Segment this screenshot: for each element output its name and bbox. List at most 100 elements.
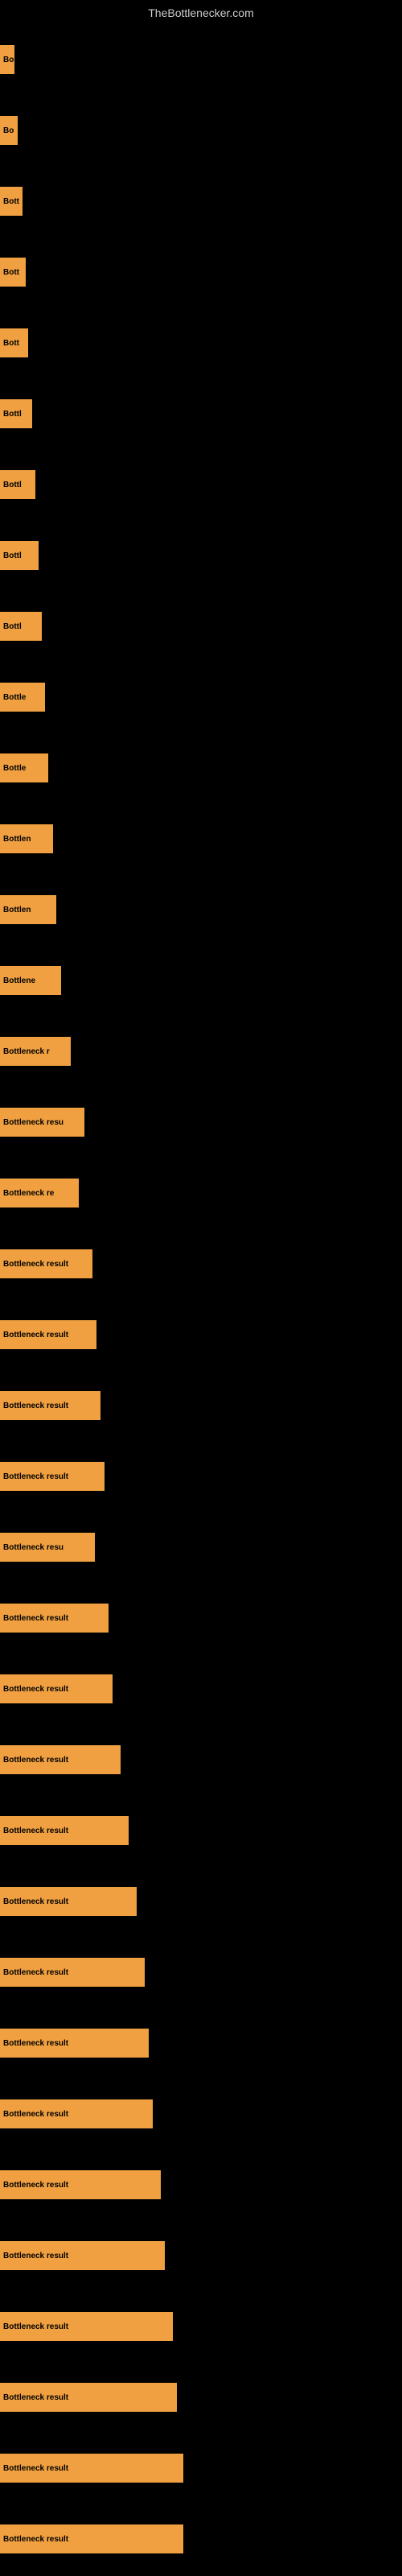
bottleneck-bar: Bottleneck result [0, 2170, 161, 2199]
bar-row: Bottle [0, 733, 402, 803]
bottleneck-bar: Bottleneck result [0, 1249, 92, 1278]
bar-row: Bottleneck result [0, 1583, 402, 1653]
bar-row: Bottleneck result [0, 1653, 402, 1724]
bar-label: Bottl [3, 551, 22, 560]
bottleneck-bar: Bottleneck result [0, 2312, 173, 2341]
bar-label: Bott [3, 197, 19, 206]
bottleneck-bar: Bottleneck result [0, 2241, 165, 2270]
bar-row: Bottleneck result [0, 2220, 402, 2291]
bar-label: Bottlen [3, 835, 31, 844]
bottleneck-bar: Bottleneck result [0, 1674, 113, 1703]
bar-row: Bottleneck result [0, 2008, 402, 2079]
bottleneck-bar: Bottleneck result [0, 1887, 137, 1916]
bottleneck-bar: Bottleneck result [0, 1462, 105, 1491]
bar-label: Bottleneck result [3, 1827, 68, 1835]
bar-label: Bottleneck result [3, 1331, 68, 1340]
bottleneck-bar: Bottleneck result [0, 2524, 183, 2553]
bar-label: Bo [3, 126, 14, 135]
bottleneck-bar: Bott [0, 258, 26, 287]
bottleneck-bar: Bottleneck re [0, 1179, 79, 1208]
bar-label: Bottleneck resu [3, 1118, 64, 1127]
bar-label: Bottleneck result [3, 2039, 68, 2048]
bar-label: Bottleneck r [3, 1047, 50, 1056]
bar-row: Bottleneck re [0, 1158, 402, 1228]
bar-label: Bott [3, 339, 19, 348]
bottleneck-bar: Bottleneck resu [0, 1108, 84, 1137]
bottleneck-bar: Bottlen [0, 895, 56, 924]
bar-label: Bottleneck resu [3, 1543, 64, 1552]
bar-label: Bottle [3, 764, 26, 773]
bar-row: Bottleneck result [0, 2291, 402, 2362]
bar-label: Bottleneck result [3, 1968, 68, 1977]
bottleneck-bar: Bottleneck result [0, 1958, 145, 1987]
bottleneck-bar: Bottleneck result [0, 1604, 109, 1633]
bottleneck-bar: Bo [0, 45, 14, 74]
bar-row: Bottleneck result [0, 1441, 402, 1512]
bar-row: Bott [0, 308, 402, 378]
bar-row: Bottleneck result [0, 1228, 402, 1299]
bar-label: Bottleneck result [3, 1897, 68, 1906]
bar-label: Bo [3, 56, 14, 64]
bars-container: Bo Bo Bott Bott Bott Bottl Bottl Bottl Bottl Bott… [0, 24, 402, 2574]
bar-row: Bottleneck result [0, 2362, 402, 2433]
bottleneck-bar: Bott [0, 328, 28, 357]
bar-label: Bottl [3, 481, 22, 489]
bottleneck-bar: Bottleneck result [0, 1391, 100, 1420]
bar-label: Bottleneck result [3, 2181, 68, 2190]
bar-row: Bottle [0, 662, 402, 733]
bottleneck-bar: Bottleneck result [0, 1320, 96, 1349]
bar-label: Bottleneck result [3, 1472, 68, 1481]
bottleneck-bar: Bottlen [0, 824, 53, 853]
bar-label: Bottl [3, 410, 22, 419]
bottleneck-bar: Bottl [0, 541, 39, 570]
bottleneck-bar: Bottl [0, 612, 42, 641]
bottleneck-bar: Bo [0, 116, 18, 145]
bar-label: Bottl [3, 622, 22, 631]
bar-row: Bottleneck result [0, 2504, 402, 2574]
bar-row: Bott [0, 237, 402, 308]
bar-label: Bottleneck result [3, 1402, 68, 1410]
bar-label: Bottlene [3, 976, 35, 985]
bar-label: Bottleneck result [3, 2535, 68, 2544]
bar-label: Bottleneck result [3, 2252, 68, 2260]
bottleneck-bar: Bottl [0, 399, 32, 428]
bar-label: Bottleneck re [3, 1189, 54, 1198]
bar-row: Bo [0, 95, 402, 166]
bottleneck-bar: Bottleneck result [0, 2454, 183, 2483]
bar-row: Bott [0, 166, 402, 237]
site-title: TheBottlenecker.com [0, 0, 402, 23]
bar-row: Bottleneck result [0, 1724, 402, 1795]
bar-label: Bottleneck result [3, 1685, 68, 1694]
bar-row: Bottleneck result [0, 1937, 402, 2008]
bottleneck-bar: Bottleneck result [0, 2383, 177, 2412]
bottleneck-bar: Bott [0, 187, 23, 216]
bar-row: Bottleneck result [0, 1370, 402, 1441]
bar-row: Bo [0, 24, 402, 95]
bottleneck-bar: Bottleneck result [0, 1816, 129, 1845]
bar-row: Bottl [0, 378, 402, 449]
bar-label: Bottle [3, 693, 26, 702]
bar-label: Bottleneck result [3, 2393, 68, 2402]
bar-label: Bottleneck result [3, 1756, 68, 1765]
bar-row: Bottleneck result [0, 2079, 402, 2149]
bar-row: Bottleneck result [0, 1299, 402, 1370]
bottleneck-bar: Bottle [0, 753, 48, 782]
bar-row: Bottleneck resu [0, 1087, 402, 1158]
bar-label: Bottleneck result [3, 1614, 68, 1623]
bar-row: Bottleneck result [0, 2149, 402, 2220]
bar-row: Bottlen [0, 803, 402, 874]
bottleneck-bar: Bottleneck resu [0, 1533, 95, 1562]
bottleneck-bar: Bottlene [0, 966, 61, 995]
bottleneck-bar: Bottleneck result [0, 2029, 149, 2058]
bar-row: Bottleneck result [0, 1866, 402, 1937]
bar-row: Bottlen [0, 874, 402, 945]
bar-label: Bottleneck result [3, 2464, 68, 2473]
bar-row: Bottleneck result [0, 1795, 402, 1866]
bar-row: Bottleneck result [0, 2433, 402, 2504]
bar-label: Bottleneck result [3, 2322, 68, 2331]
bottleneck-bar: Bottle [0, 683, 45, 712]
bottleneck-bar: Bottleneck result [0, 1745, 121, 1774]
bar-row: Bottl [0, 520, 402, 591]
bottleneck-bar: Bottleneck r [0, 1037, 71, 1066]
bar-label: Bottlen [3, 906, 31, 914]
